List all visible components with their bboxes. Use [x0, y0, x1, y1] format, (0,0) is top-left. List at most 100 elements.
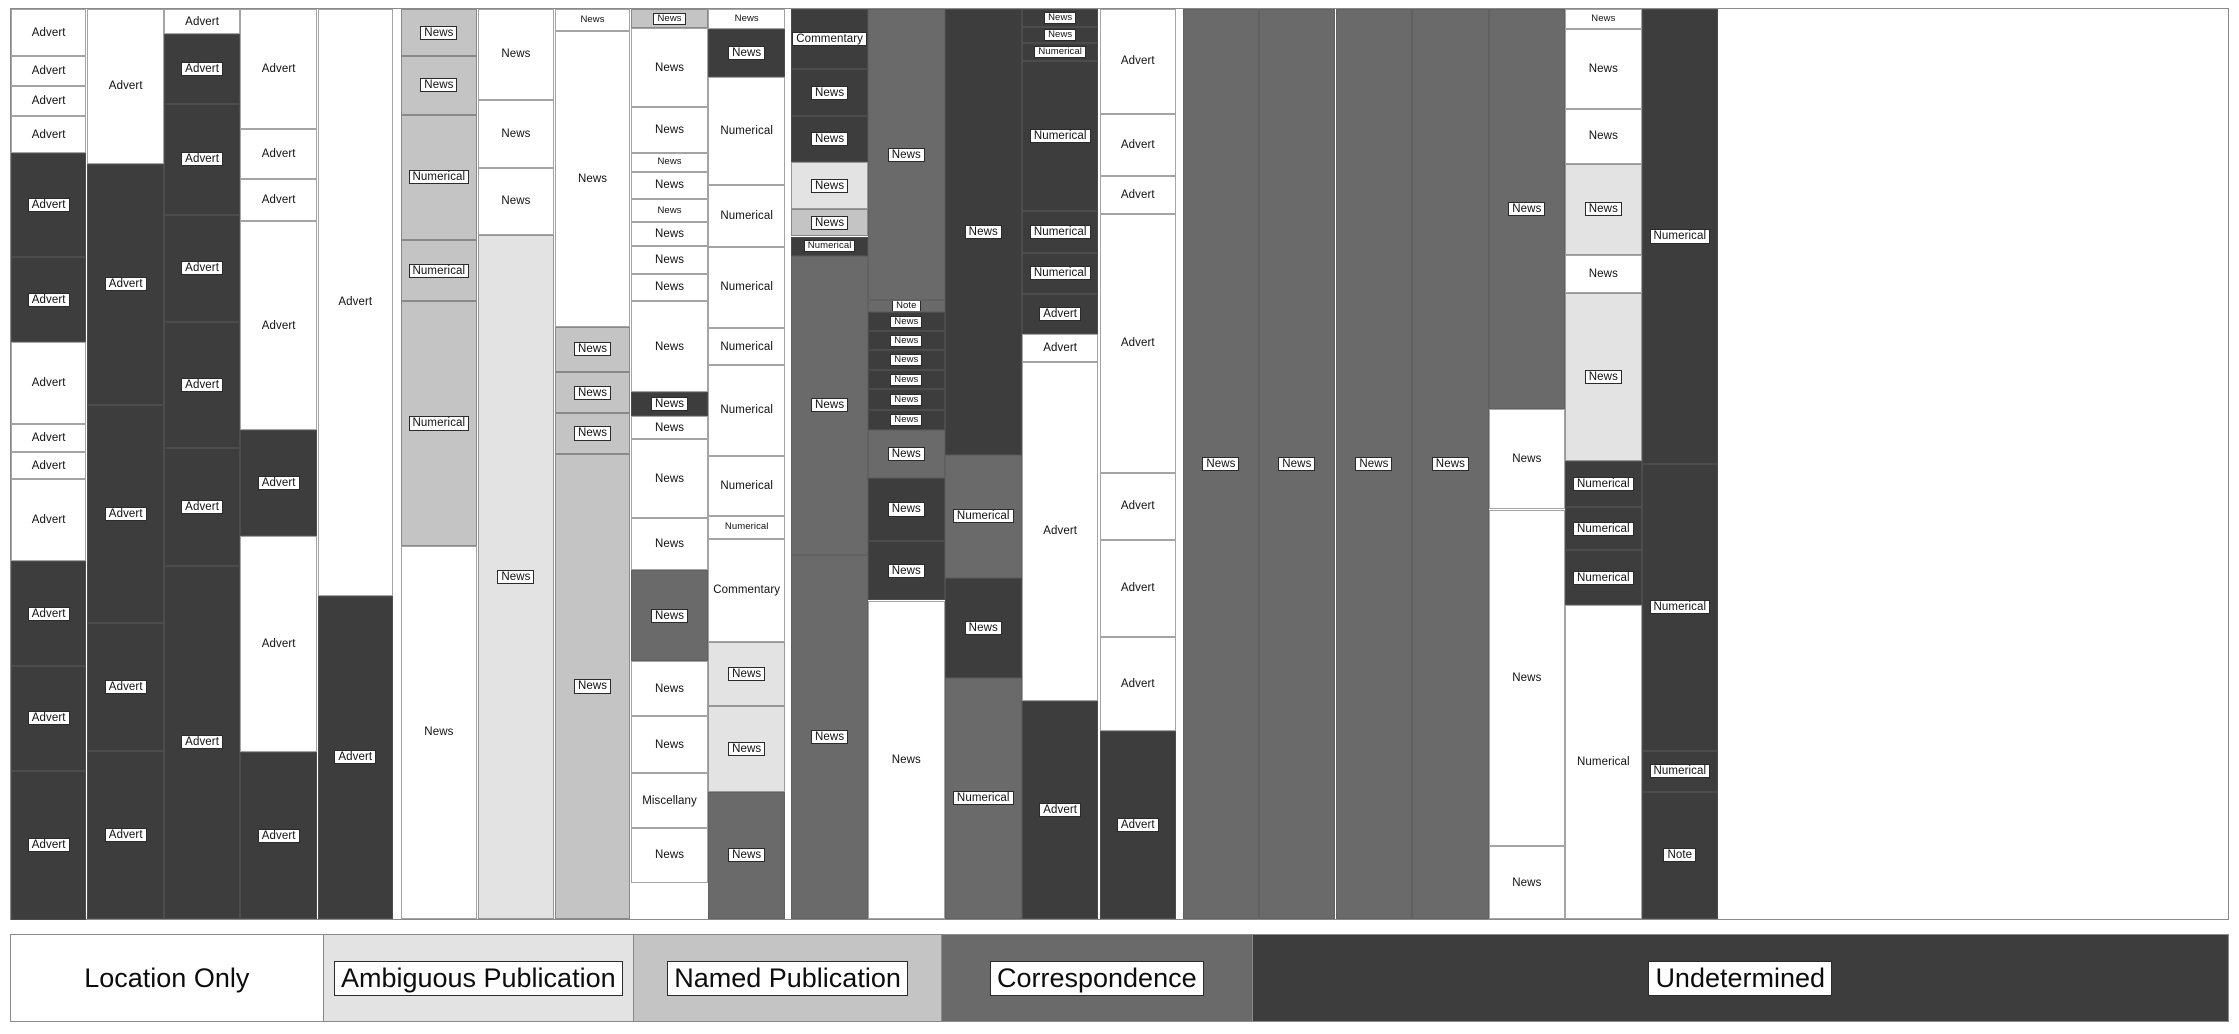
- mosaic-tile: Advert: [11, 152, 87, 258]
- mosaic-tile: Advert: [1099, 9, 1177, 114]
- mosaic-tile: News: [1565, 163, 1642, 255]
- legend-item: Named Publication: [633, 935, 943, 1021]
- mosaic-column: News Numerical News Numerical: [945, 9, 1022, 919]
- mosaic-tile: Numerical: [945, 454, 1022, 578]
- mosaic-tile-label: Advert: [334, 750, 377, 765]
- mosaic-tile-label: Advert: [31, 514, 66, 527]
- legend-item-label: Ambiguous Publication: [333, 960, 623, 996]
- mosaic-tile: News: [791, 116, 868, 162]
- mosaic-tile: News: [401, 545, 477, 919]
- mosaic-tile: Numerical: [1641, 464, 1719, 751]
- mosaic-tile-label: News: [654, 472, 685, 485]
- mosaic-tile: Advert: [11, 342, 87, 424]
- mosaic-tile: News: [868, 370, 945, 390]
- mosaic-tile-label: Advert: [261, 194, 296, 207]
- mosaic-tile: News: [1565, 109, 1642, 164]
- mosaic-tile: News: [477, 100, 555, 169]
- mosaic-tile-label: Commentary: [713, 584, 781, 597]
- mosaic-tile: Advert: [11, 479, 87, 562]
- mosaic-tile: News: [708, 706, 785, 792]
- mosaic-tile: Numerical: [1565, 550, 1642, 606]
- mosaic-column: News Note News News News News News News News News…: [868, 9, 945, 919]
- mosaic-tile: News: [631, 661, 708, 717]
- mosaic-tile: News: [945, 577, 1022, 678]
- mosaic-tile: News: [868, 430, 945, 478]
- mosaic-tile: News: [1488, 9, 1566, 410]
- mosaic-tile-label: Advert: [1043, 341, 1078, 354]
- mosaic-tile-label: News: [890, 315, 923, 328]
- mosaic-tile-label: News: [650, 396, 689, 411]
- mosaic-tile: News: [868, 410, 945, 431]
- mosaic-tile-label: Advert: [104, 277, 147, 292]
- mosaic-tile: Advert: [11, 9, 87, 57]
- mosaic-tile-label: News: [424, 726, 454, 739]
- mosaic-tile: Numerical: [708, 515, 785, 539]
- mosaic-tile-label: News: [1044, 28, 1077, 41]
- mosaic-tile-label: Numerical: [952, 791, 1014, 806]
- mosaic-tile: News: [868, 541, 945, 601]
- mosaic-tile-label: Numerical: [1649, 229, 1711, 244]
- mosaic-tile-label: Advert: [181, 499, 224, 514]
- mosaic-tile: Numerical: [1021, 60, 1099, 211]
- mosaic-tile: Advert: [240, 752, 317, 919]
- legend-item: Location Only: [11, 935, 324, 1021]
- mosaic-tile-label: Advert: [108, 80, 143, 93]
- mosaic-tile: News: [477, 168, 555, 235]
- mosaic-column: News: [1259, 9, 1335, 919]
- mosaic-tile-label: Advert: [31, 26, 66, 39]
- mosaic-tile: Advert: [11, 770, 87, 920]
- mosaic-tile-label: Numerical: [1649, 764, 1711, 779]
- mosaic-tile-label: Numerical: [952, 509, 1014, 524]
- mosaic-tile: News: [868, 312, 945, 332]
- mosaic-tile: Advert: [240, 430, 317, 536]
- mosaic-tile: Advert: [240, 9, 317, 130]
- mosaic-tile: News: [945, 9, 1022, 455]
- mosaic-tile-label: Advert: [104, 679, 147, 694]
- mosaic-tile: Advert: [11, 452, 87, 480]
- mosaic-tile: News: [791, 555, 868, 919]
- mosaic-tile-label: Numerical: [720, 124, 774, 137]
- mosaic-tile: Numerical: [1021, 252, 1099, 294]
- mosaic-tile-label: News: [654, 421, 685, 434]
- mosaic-tile-label: News: [890, 393, 923, 406]
- mosaic-tile: Numerical: [708, 246, 785, 329]
- mosaic-tile-label: News: [811, 398, 849, 413]
- mosaic-tile: News: [554, 326, 631, 373]
- mosaic-tile: Advert: [240, 179, 317, 222]
- mosaic-tile-label: Numerical: [720, 404, 774, 417]
- mosaic-tile-label: Numerical: [408, 170, 470, 185]
- mosaic-tile: Advert: [164, 34, 240, 104]
- mosaic-tile-label: Advert: [31, 432, 66, 445]
- mosaic-tile: Advert: [11, 666, 87, 771]
- mosaic-tile: Advert: [11, 56, 87, 87]
- mosaic-tile: Advert: [164, 9, 240, 35]
- mosaic-tile-label: News: [654, 61, 685, 74]
- mosaic-tile-label: Advert: [27, 711, 70, 726]
- mosaic-column: Advert Advert Advert Advert Advert: [87, 9, 164, 919]
- mosaic-tile-label: News: [728, 848, 766, 863]
- mosaic-tile: Note: [1641, 791, 1719, 919]
- mosaic-tile: News: [631, 152, 708, 172]
- mosaic-tile: Advert: [1099, 213, 1177, 474]
- mosaic-tile: News: [868, 9, 945, 301]
- mosaic-tile: Advert: [164, 322, 240, 448]
- mosaic-tile-label: Advert: [1120, 582, 1155, 595]
- mosaic-tile-label: Advert: [257, 828, 300, 843]
- mosaic-tile: Numerical: [1021, 211, 1099, 253]
- mosaic-tile: News: [631, 9, 708, 29]
- mosaic-tile: Advert: [11, 86, 87, 117]
- mosaic-tile-label: Numerical: [1029, 266, 1091, 281]
- mosaic-tile: News: [1565, 254, 1642, 293]
- mosaic-tile: Advert: [11, 561, 87, 666]
- mosaic-tile-label: Advert: [1116, 817, 1159, 832]
- mosaic-tile: Numerical: [708, 455, 785, 516]
- legend-item-label: Undetermined: [1648, 960, 1833, 996]
- mosaic-tile-label: News: [420, 78, 458, 93]
- mosaic-tile-label: News: [654, 682, 685, 695]
- mosaic-tile-label: Numerical: [1649, 600, 1711, 615]
- mosaic-tile-label: News: [891, 753, 921, 766]
- mosaic-column: News News News News News News News News News News…: [631, 9, 708, 919]
- mosaic-tile: Advert: [11, 423, 87, 453]
- mosaic-tile-label: News: [420, 25, 458, 40]
- mosaic-tile-label: News: [1591, 13, 1616, 25]
